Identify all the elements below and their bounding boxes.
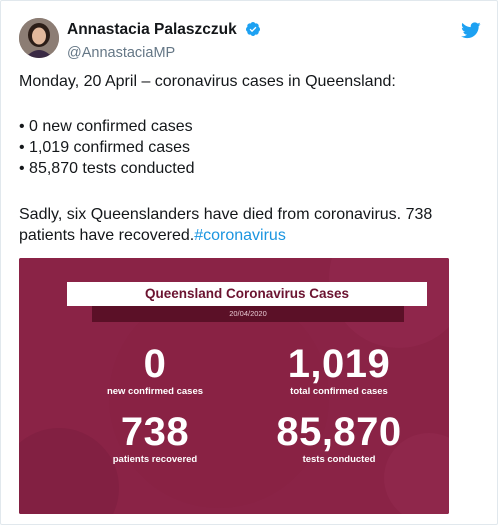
stat-value: 1,019 [287,342,391,386]
stat-new-cases: 0 new confirmed cases [95,344,215,398]
avatar[interactable] [19,18,59,58]
handle[interactable]: @AnnastaciaMP [67,43,261,63]
stat-tests: 85,870 tests conducted [264,412,414,466]
infographic-date: 20/04/2020 [92,306,404,322]
verified-badge-icon [245,21,261,42]
stat-value: 0 [143,342,167,386]
avatar-image [19,18,59,58]
case-list: • 0 new confirmed cases • 1,019 confirme… [19,116,195,179]
twitter-bird-icon[interactable] [461,22,481,44]
list-item: • 85,870 tests conducted [19,160,195,177]
stat-label: patients recovered [112,454,198,465]
tweet-intro: Monday, 20 April – coronavirus cases in … [19,73,396,90]
tweet-card[interactable]: Annastacia Palaszczuk @AnnastaciaMP Mond… [0,0,498,525]
stat-total-cases: 1,019 total confirmed cases [264,344,414,398]
tweet-body: Sadly, six Queenslanders have died from … [19,204,484,246]
display-name[interactable]: Annastacia Palaszczuk [67,21,237,38]
stat-label: tests conducted [302,454,376,465]
author-names: Annastacia Palaszczuk @AnnastaciaMP [67,20,261,63]
infographic-title: Queensland Coronavirus Cases [67,282,427,306]
list-item: • 1,019 confirmed cases [19,139,191,156]
hashtag-link[interactable]: #coronavirus [194,227,286,244]
stat-value: 738 [120,410,190,454]
stat-recovered: 738 patients recovered [95,412,215,466]
list-item: • 0 new confirmed cases [19,118,193,135]
stat-label: total confirmed cases [290,386,388,397]
infographic-image[interactable]: Queensland Coronavirus Cases 20/04/2020 … [19,258,449,514]
stat-value: 85,870 [276,410,402,454]
stat-label: new confirmed cases [106,386,204,397]
tweet-header: Annastacia Palaszczuk @AnnastaciaMP [19,18,481,62]
